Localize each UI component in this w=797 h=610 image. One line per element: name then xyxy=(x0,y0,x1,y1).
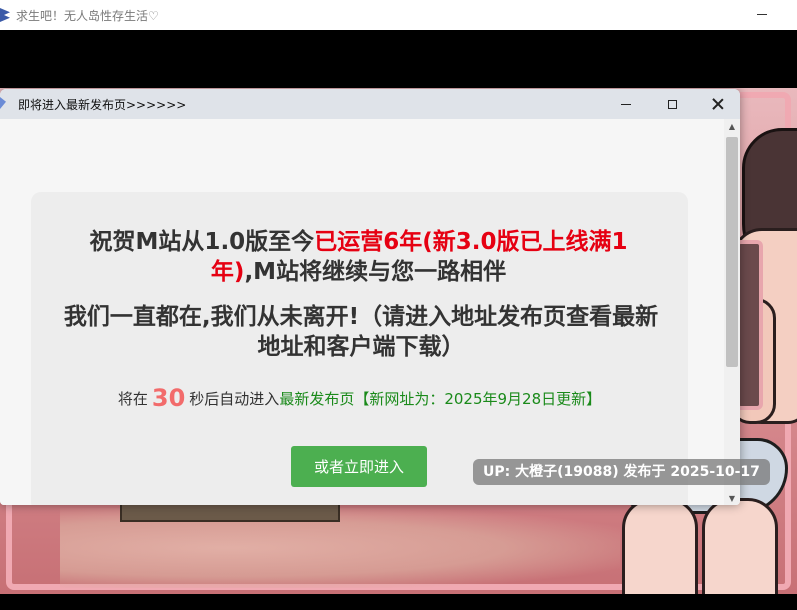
headline-text-end: ,M站将继续与您一路相伴 xyxy=(244,259,507,285)
close-icon xyxy=(712,98,724,110)
bottom-strip xyxy=(0,594,797,610)
countdown-prefix: 将在 xyxy=(117,390,148,408)
countdown-suffix: 秒后自动进入 xyxy=(189,390,280,408)
popup-title: 即将进入最新发布页>>>>>> xyxy=(18,98,187,112)
countdown-line: 将在 30 秒后自动进入最新发布页【新网址为：2025年9月28日更新】 xyxy=(31,384,688,412)
app-title: 求生吧！无人岛性存生活♡ xyxy=(16,8,159,23)
popup-scrollbar[interactable]: ▲ ▼ xyxy=(724,119,740,505)
scroll-thumb[interactable] xyxy=(726,137,738,367)
announcement-headline: 祝贺M站从1.0版至今已运营6年(新3.0版已上线满1年),M站将继续与您一路相… xyxy=(86,227,631,287)
popup-close-button[interactable] xyxy=(695,89,740,119)
app-titlebar: 求生吧！无人岛性存生活♡ xyxy=(0,0,797,31)
uploader-badge: UP: 大橙子(19088) 发布于 2025-10-17 xyxy=(473,459,770,485)
minimize-icon xyxy=(621,103,631,105)
scroll-down-icon[interactable]: ▼ xyxy=(724,491,740,505)
maximize-icon xyxy=(667,99,677,109)
popup-titlebar: 即将进入最新发布页>>>>>> xyxy=(0,89,740,119)
release-page-link[interactable]: 最新发布页【新网址为：2025年9月28日更新】 xyxy=(279,390,601,408)
popup-body: 祝贺M站从1.0版至今已运营6年(新3.0版已上线满1年),M站将继续与您一路相… xyxy=(0,119,724,505)
character-leg-left xyxy=(622,498,698,594)
announcement-popup: 即将进入最新发布页>>>>>> 祝贺M站从1.0版至今已运营6年(新3.0版已上… xyxy=(0,89,740,505)
minimize-button[interactable] xyxy=(747,2,777,26)
headline-text: 祝贺M站从1.0版至今 xyxy=(89,229,315,255)
popup-app-icon xyxy=(0,97,6,109)
countdown-seconds: 30 xyxy=(151,384,186,412)
character-leg-right xyxy=(702,498,778,594)
minimize-icon xyxy=(757,13,767,15)
app-icon xyxy=(0,8,10,22)
popup-minimize-button[interactable] xyxy=(603,89,649,119)
enter-now-button[interactable]: 或者立即进入 xyxy=(291,446,427,487)
popup-maximize-button[interactable] xyxy=(649,89,695,119)
announcement-subline: 我们一直都在,我们从未离开!（请进入地址发布页查看最新地址和客户端下载） xyxy=(63,304,659,360)
scroll-up-icon[interactable]: ▲ xyxy=(724,119,740,133)
